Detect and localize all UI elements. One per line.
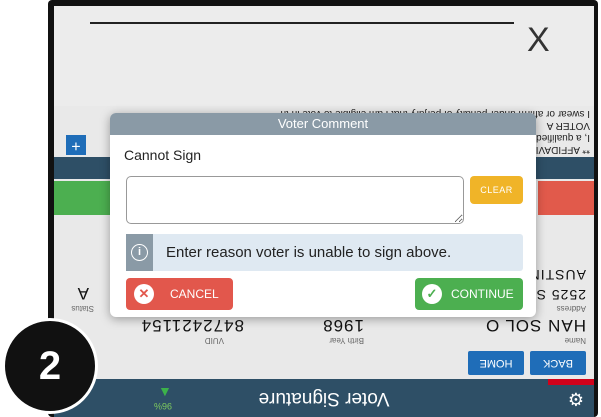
step-number-badge: 2 <box>2 318 98 414</box>
clear-button[interactable]: CLEAR <box>470 176 523 204</box>
close-icon[interactable]: X <box>527 20 557 60</box>
info-text: Enter reason voter is unable to sign abo… <box>166 244 452 261</box>
dialog-title: Voter Comment <box>110 113 536 135</box>
info-message: i Enter reason voter is unable to sign a… <box>126 234 523 271</box>
status-value: A <box>76 284 89 303</box>
address-label: Address <box>556 304 586 313</box>
top-strip <box>54 6 594 106</box>
birth-year-value: 1968 <box>322 316 364 335</box>
continue-button[interactable]: ✓ CONTINUE <box>415 278 523 310</box>
cancel-circle-icon: ✕ <box>134 284 154 304</box>
cancel-sign-button[interactable] <box>538 181 594 215</box>
info-icon-strip: i <box>126 234 153 271</box>
screenshot-stage: ⚙ Voter Signature 96% ▲ BACK HOME Name H… <box>0 0 601 417</box>
home-button[interactable]: HOME <box>468 351 524 375</box>
app-title: Voter Signature <box>258 388 390 409</box>
vuid-value: 8472421154 <box>140 316 244 335</box>
birth-year-label: Birth Year <box>329 336 364 345</box>
info-icon: i <box>131 244 148 261</box>
red-indicator <box>548 379 594 385</box>
battery-percent: 96% <box>154 401 173 411</box>
continue-label: CONTINUE <box>451 287 514 301</box>
voter-comment-dialog: Voter Comment Cannot Sign CLEAR i Enter … <box>110 113 536 317</box>
vuid-label: VUID <box>204 336 224 345</box>
app-header: ⚙ Voter Signature 96% ▲ <box>54 379 594 417</box>
cancel-button[interactable]: ✕ CANCEL <box>126 278 233 310</box>
signal-icon: ▲ <box>158 385 172 401</box>
status-label: Status <box>71 304 94 313</box>
name-value: HAN SOL O <box>485 316 586 335</box>
dialog-subtitle: Cannot Sign <box>124 147 202 163</box>
comment-input[interactable] <box>126 176 464 224</box>
cancel-label: CANCEL <box>170 287 219 301</box>
top-divider <box>90 22 514 24</box>
add-button[interactable]: + <box>66 135 86 155</box>
back-button[interactable]: BACK <box>530 351 586 375</box>
check-circle-icon: ✓ <box>422 284 442 304</box>
name-label: Name <box>564 336 586 345</box>
